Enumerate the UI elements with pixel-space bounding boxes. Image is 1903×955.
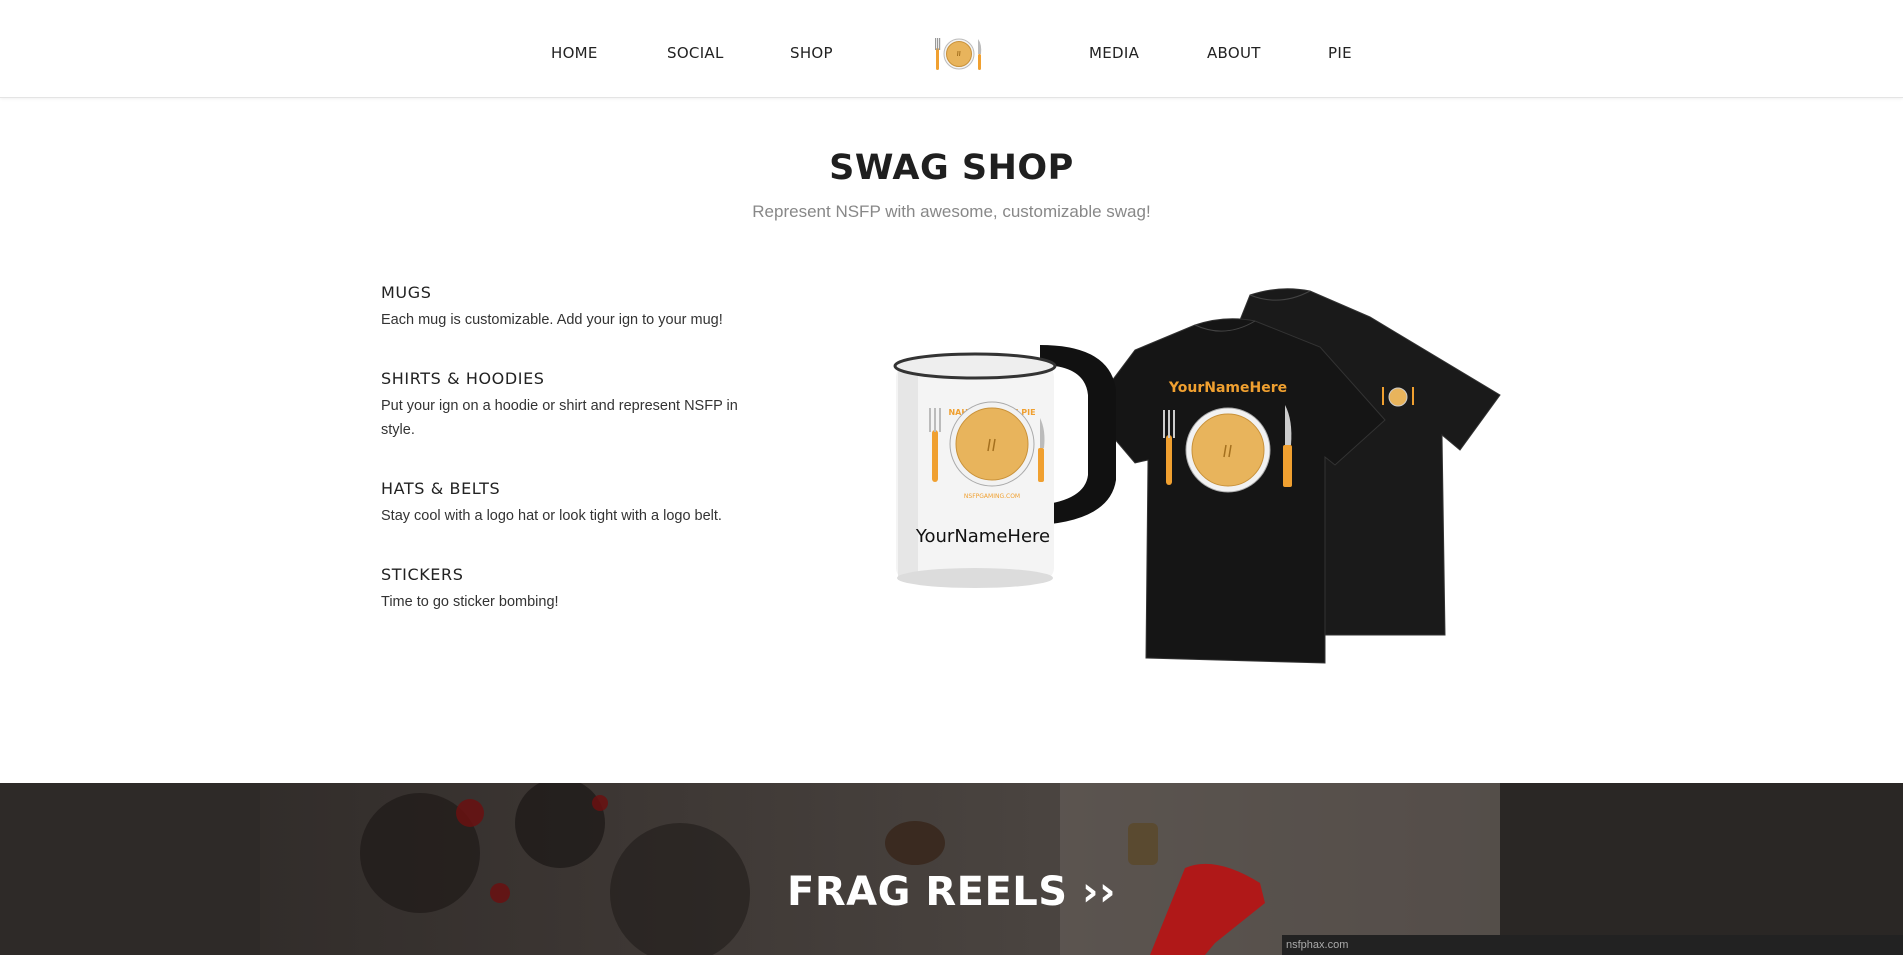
nav-social[interactable]: SOCIAL bbox=[667, 44, 724, 62]
nav-home[interactable]: HOME bbox=[551, 44, 598, 62]
top-navigation: HOME SOCIAL SHOP MEDIA ABOUT PIE bbox=[0, 0, 1903, 98]
feature-title: MUGS bbox=[381, 283, 432, 302]
status-bar-url: nsfphax.com bbox=[1282, 935, 1903, 955]
feature-mugs: MUGS Each mug is customizable. Add your … bbox=[381, 283, 741, 332]
mug-url-text: NSFPGAMING.COM bbox=[964, 493, 1020, 500]
feature-hats-belts: HATS & BELTS Stay cool with a logo hat o… bbox=[381, 479, 741, 528]
feature-title: HATS & BELTS bbox=[381, 479, 501, 498]
mug-name-text: YourNameHere bbox=[915, 526, 1050, 547]
feature-title: SHIRTS & HOODIES bbox=[381, 369, 545, 388]
frag-reels-banner[interactable]: FRAG REELS ›› bbox=[0, 783, 1903, 955]
feature-text: Each mug is customizable. Add your ign t… bbox=[381, 312, 723, 328]
feature-title: STICKERS bbox=[381, 565, 464, 584]
pie-plate-logo-icon[interactable] bbox=[934, 34, 984, 74]
feature-shirts-hoodies: SHIRTS & HOODIES Put your ign on a hoodi… bbox=[381, 369, 741, 442]
shirt-name-text: YourNameHere bbox=[1168, 380, 1287, 396]
feature-text: Put your ign on a hoodie or shirt and re… bbox=[381, 398, 738, 438]
mug: NAH SON, FREE PIE NSFPGAMING.COM YourNam… bbox=[893, 345, 1116, 588]
product-image: YourNameHere NAH SON, FREE PIE NSFPGAMIN… bbox=[893, 288, 1501, 664]
page-title: SWAG SHOP bbox=[829, 148, 1074, 188]
feature-text: Stay cool with a logo hat or look tight … bbox=[381, 508, 722, 524]
feature-text: Time to go sticker bombing! bbox=[381, 594, 559, 610]
nav-media[interactable]: MEDIA bbox=[1089, 44, 1139, 62]
page-subtitle: Represent NSFP with awesome, customizabl… bbox=[752, 202, 1151, 221]
nav-shop[interactable]: SHOP bbox=[790, 44, 833, 62]
nav-about[interactable]: ABOUT bbox=[1207, 44, 1261, 62]
feature-stickers: STICKERS Time to go sticker bombing! bbox=[381, 565, 741, 614]
nav-pie[interactable]: PIE bbox=[1328, 44, 1352, 62]
frag-reels-link[interactable]: FRAG REELS ›› bbox=[0, 869, 1903, 915]
